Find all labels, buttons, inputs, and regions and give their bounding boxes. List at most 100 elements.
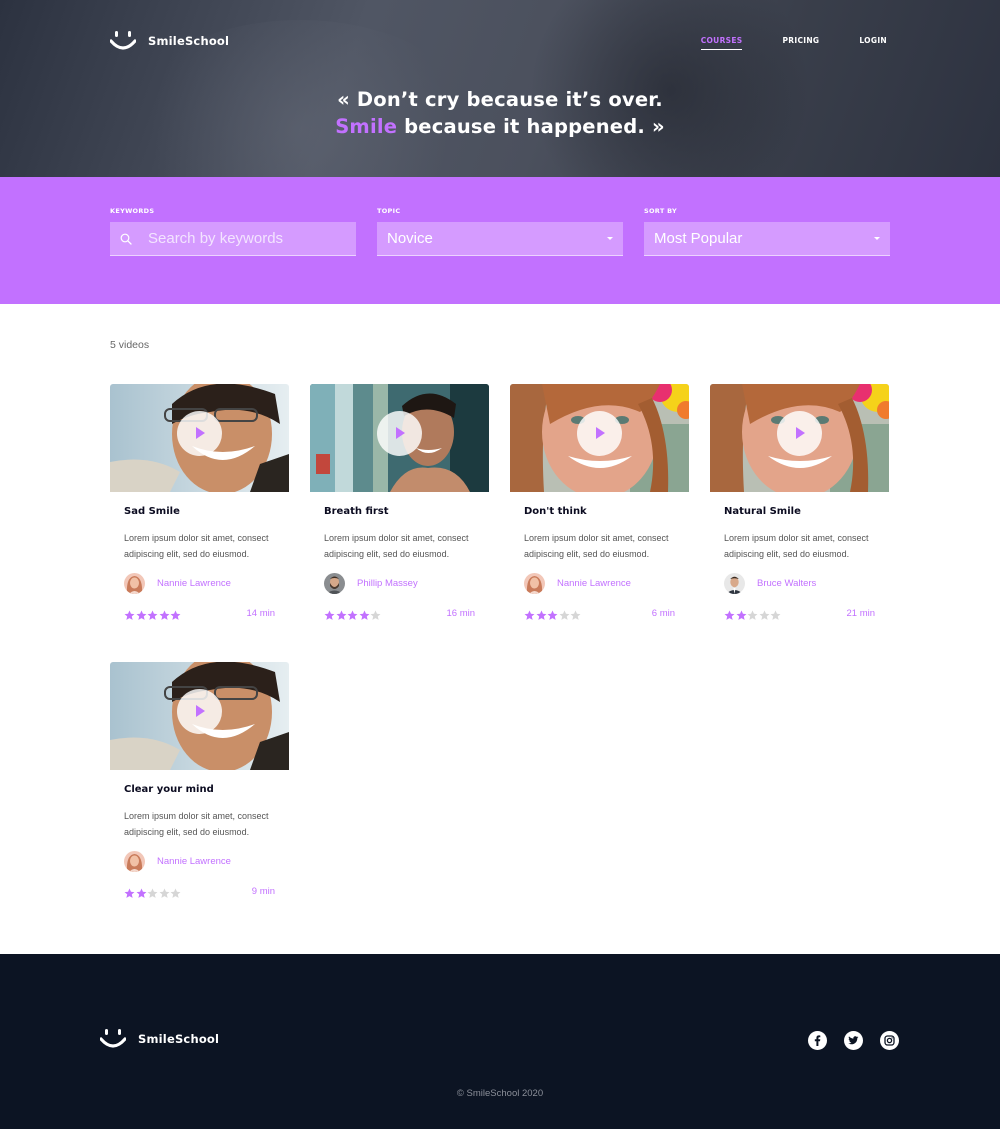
avatar [124,851,145,872]
star-icon [347,610,358,620]
video-description: Lorem ipsum dolor sit amet, consect adip… [124,811,269,837]
play-icon[interactable] [377,411,422,456]
video-description: Lorem ipsum dolor sit amet, consect adip… [124,533,269,559]
topic-label: TOPIC [377,207,401,215]
video-thumbnail[interactable] [510,384,689,492]
video-thumbnail[interactable] [310,384,489,492]
star-rating [124,888,181,899]
keywords-filter: KEYWORDS [110,207,356,256]
sort-select[interactable]: Most Popular [644,222,890,256]
star-rating [124,610,181,621]
star-icon [370,610,381,620]
star-icon [336,610,346,620]
nav-login[interactable]: LOGIN [859,36,887,50]
video-description: Lorem ipsum dolor sit amet, consect adip… [324,533,469,559]
video-title[interactable]: Clear your mind [124,784,214,795]
star-icon [747,610,758,620]
star-icon [359,610,369,620]
video-duration: 21 min [846,608,875,619]
video-author[interactable]: Nannie Lawrence [124,851,231,872]
sort-label: SORT BY [644,207,678,215]
video-description: Lorem ipsum dolor sit amet, consect adip… [724,533,869,559]
sort-selected-value: Most Popular [654,230,743,247]
topic-selected-value: Novice [387,230,433,247]
filter-bar: KEYWORDS TOPIC Novice SORT BY Most Popul… [0,177,1000,304]
topic-select[interactable]: Novice [377,222,623,256]
video-card[interactable]: Breath first Lorem ipsum dolor sit amet, … [310,384,489,634]
star-icon [170,610,181,620]
footer-brand-name: SmileSchool [138,1032,220,1046]
keywords-label: KEYWORDS [110,207,155,215]
quote-line-1: « Don’t cry because it’s over. [337,88,663,111]
video-description: Lorem ipsum dolor sit amet, consect adip… [524,533,669,559]
video-thumbnail[interactable] [110,662,289,770]
star-icon [147,610,158,620]
star-icon [759,610,769,620]
quote-highlight: Smile [335,115,398,138]
star-icon [124,610,135,620]
twitter-icon[interactable] [844,1031,863,1050]
facebook-icon[interactable] [808,1031,827,1050]
video-card[interactable]: Clear your mind Lorem ipsum dolor sit ame… [110,662,289,912]
video-title[interactable]: Natural Smile [724,506,801,517]
play-icon[interactable] [177,689,222,734]
star-icon [159,888,169,898]
video-card[interactable]: Don't think Lorem ipsum dolor sit amet, c… [510,384,689,634]
video-card[interactable]: Sad Smile Lorem ipsum dolor sit amet, con… [110,384,289,634]
star-icon [770,610,781,620]
video-author[interactable]: Nannie Lawrence [124,573,231,594]
author-name: Nannie Lawrence [157,856,231,867]
video-title[interactable]: Breath first [324,506,389,517]
avatar [724,573,745,594]
play-icon[interactable] [177,411,222,456]
footer-brand-link[interactable]: SmileSchool [100,1028,219,1050]
star-icon [136,610,146,620]
star-rating [524,610,581,621]
search-input[interactable] [148,230,338,247]
star-icon [124,888,135,898]
caret-down-icon [874,237,880,240]
video-duration: 14 min [246,608,275,619]
brand-logo-link[interactable]: SmileSchool [110,30,229,52]
hero-quote: « Don’t cry because it’s over. Smile bec… [0,86,1000,140]
video-thumbnail[interactable] [710,384,889,492]
star-icon [524,610,535,620]
star-icon [536,610,546,620]
video-author[interactable]: Phillip Massey [324,573,418,594]
star-icon [324,610,335,620]
video-title[interactable]: Sad Smile [124,506,180,517]
nav-pricing[interactable]: PRICING [782,36,819,50]
star-icon [147,888,158,898]
star-icon [547,610,558,620]
quote-line-2: Smile because it happened. » [0,113,1000,140]
keywords-box[interactable] [110,222,356,256]
smile-logo-icon [100,1029,126,1048]
play-icon[interactable] [777,411,822,456]
video-author[interactable]: Nannie Lawrence [524,573,631,594]
star-icon [170,888,181,898]
video-duration: 16 min [446,608,475,619]
social-links [808,1031,899,1050]
page-footer: SmileSchool © SmileSchool 2020 [0,954,1000,1129]
sort-filter: SORT BY Most Popular [644,207,890,256]
author-name: Nannie Lawrence [157,578,231,589]
video-count: 5 videos [110,339,150,351]
star-icon [736,610,746,620]
smile-logo-icon [110,31,136,50]
caret-down-icon [607,237,613,240]
play-icon[interactable] [577,411,622,456]
star-icon [724,610,735,620]
video-title[interactable]: Don't think [524,506,587,517]
avatar [124,573,145,594]
instagram-icon[interactable] [880,1031,899,1050]
author-name: Phillip Massey [357,578,418,589]
video-duration: 6 min [651,608,675,619]
nav-courses[interactable]: COURSES [700,36,743,50]
video-thumbnail[interactable] [110,384,289,492]
video-card[interactable]: Natural Smile Lorem ipsum dolor sit amet,… [710,384,889,634]
star-icon [136,888,146,898]
video-duration: 9 min [251,886,275,897]
star-icon [559,610,569,620]
search-icon [120,233,132,245]
video-author[interactable]: Bruce Walters [724,573,816,594]
